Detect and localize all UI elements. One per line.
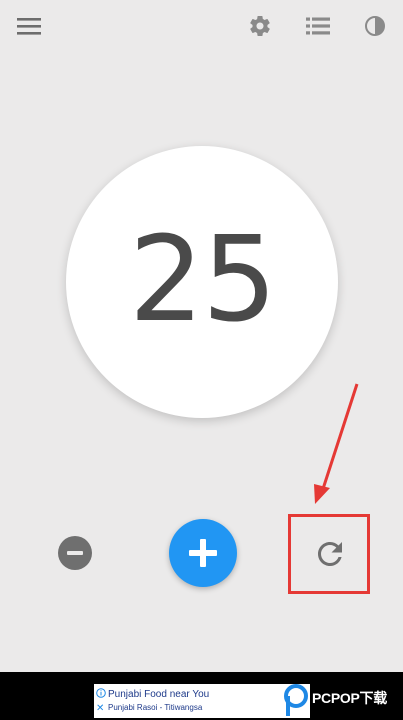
decrement-button[interactable] xyxy=(58,536,92,570)
top-app-bar xyxy=(0,0,403,56)
annotation-arrow-icon xyxy=(314,383,359,504)
watermark: PCPOP下载 xyxy=(282,684,403,720)
counter-display[interactable]: 25 xyxy=(66,146,338,418)
list-icon[interactable] xyxy=(302,13,334,39)
increment-button[interactable] xyxy=(169,519,237,587)
ad-close-icon[interactable]: ✕ xyxy=(96,704,104,714)
ad-info-icon[interactable] xyxy=(96,688,106,698)
watermark-logo-icon xyxy=(284,684,308,716)
watermark-text: PCPOP下载 xyxy=(312,690,387,706)
minus-icon xyxy=(67,551,83,555)
ad-title: Punjabi Food near You xyxy=(108,689,210,700)
ad-banner[interactable]: ✕ Punjabi Food near You Punjabi Rasoi - … xyxy=(94,684,310,718)
ad-subtitle: Punjabi Rasoi - Titiwangsa xyxy=(108,703,203,712)
gear-icon[interactable] xyxy=(245,11,275,41)
contrast-icon[interactable] xyxy=(360,11,390,41)
menu-icon[interactable] xyxy=(13,12,45,40)
annotation-highlight-box xyxy=(288,514,370,594)
counter-value: 25 xyxy=(128,210,277,348)
